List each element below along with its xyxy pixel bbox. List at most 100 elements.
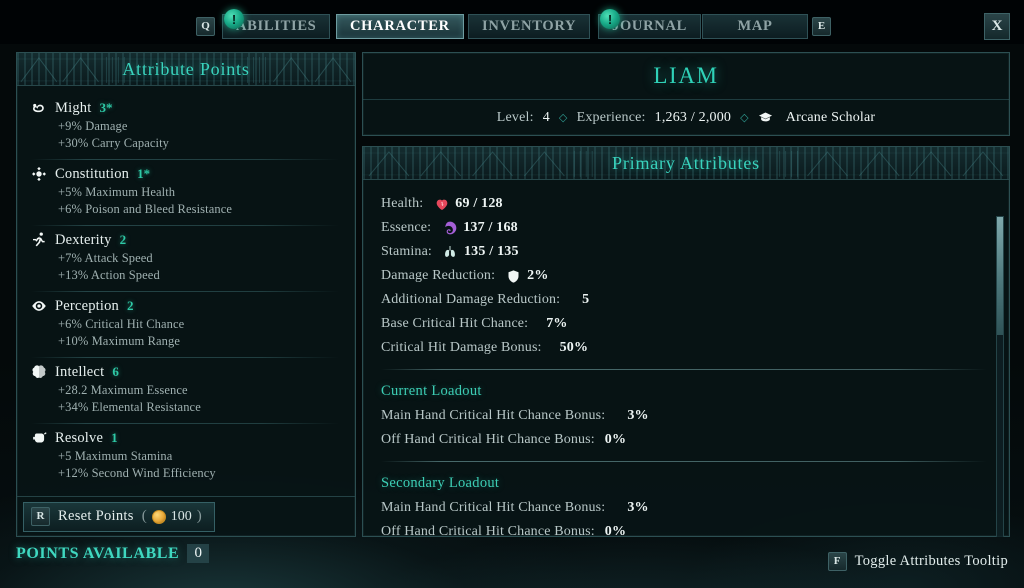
toggle-attributes-tooltip-label: Toggle Attributes Tooltip (854, 553, 1008, 569)
stat-label: Main Hand Critical Hit Chance Bonus: (381, 500, 606, 515)
scrollbar-thumb[interactable] (997, 217, 1003, 335)
attribute-value: 2 (127, 298, 134, 313)
reset-points-bar: R Reset Points ( 100 ) (17, 496, 355, 536)
fist-icon (29, 429, 48, 448)
top-tab-bar: Q ABILITIES ! CHARACTER INVENTORY JOURNA… (0, 0, 1024, 44)
reset-points-button[interactable]: R Reset Points ( 100 ) (23, 501, 215, 532)
stat-row-stamina: Stamina: 135 / 135 (381, 240, 1009, 264)
section-divider (381, 461, 987, 462)
stat-row-base-crit-chance: Base Critical Hit Chance: 7% (381, 312, 1009, 336)
reset-cost-value: 100 (170, 508, 192, 524)
stat-row-damage-reduction: Damage Reduction: 2% (381, 264, 1009, 288)
attribute-value: 1* (137, 166, 151, 181)
paren-close: ) (196, 508, 202, 524)
stat-label: Main Hand Critical Hit Chance Bonus: (381, 408, 606, 423)
points-available: POINTS AVAILABLE 0 (16, 544, 210, 563)
primary-attributes-panel: Primary Attributes Health: 69 / 128 Esse… (362, 146, 1010, 537)
attribute-points-panel: Attribute Points Might 3* +9% Damage +30… (16, 52, 356, 537)
muscle-icon (29, 99, 48, 118)
reset-points-cost: ( 100 ) (142, 508, 202, 525)
attribute-bonus-2: +6% Poison and Bleed Resistance (58, 202, 233, 216)
attribute-bonus-1: +5 Maximum Stamina (58, 449, 173, 463)
character-meta: Level: 4 ◇ Experience: 1,263 / 2,000 ◇ A… (363, 100, 1009, 135)
attribute-row-constitution[interactable]: Constitution 1* +5% Maximum Health +6% P… (17, 159, 355, 225)
attribute-row-resolve[interactable]: Resolve 1 +5 Maximum Stamina +12% Second… (17, 423, 355, 482)
runner-icon (29, 231, 48, 250)
attribute-bonus-2: +34% Elemental Resistance (58, 400, 201, 414)
eye-icon (29, 297, 48, 316)
stat-value: 3% (627, 500, 649, 515)
stat-row-crit-damage-bonus: Critical Hit Damage Bonus: 50% (381, 336, 1009, 360)
stat-label: Base Critical Hit Chance: (381, 316, 529, 331)
stat-row-health: Health: 69 / 128 (381, 192, 1009, 216)
level-value: 4 (542, 109, 550, 125)
paren-open: ( (141, 508, 147, 524)
scholar-hat-icon (758, 110, 773, 125)
primary-attributes-scrollbar[interactable] (996, 216, 1004, 537)
close-button[interactable]: X (984, 13, 1010, 40)
stat-row-additional-damage-reduction: Additional Damage Reduction: 5 (381, 288, 1009, 312)
essence-icon (441, 220, 458, 237)
stat-value: 135 / 135 (463, 244, 519, 259)
stat-label: Essence: (381, 220, 432, 235)
attribute-points-header: Attribute Points (17, 53, 355, 86)
attribute-points-title: Attribute Points (122, 58, 250, 79)
stat-value: 2% (527, 268, 549, 283)
attribute-value: 1 (111, 430, 118, 445)
heart-icon (433, 196, 450, 213)
lungs-icon (442, 244, 459, 261)
attribute-bonus-1: +5% Maximum Health (58, 185, 176, 199)
attribute-bonus-2: +12% Second Wind Efficiency (58, 466, 216, 480)
brain-icon (29, 363, 48, 382)
attribute-bonus-1: +6% Critical Hit Chance (58, 317, 185, 331)
abilities-alert-badge-icon: ! (224, 9, 244, 29)
stat-row-essence: Essence: 137 / 168 (381, 216, 1009, 240)
attribute-name: Resolve (55, 429, 104, 446)
character-header-panel: LIAM Level: 4 ◇ Experience: 1,263 / 2,00… (362, 52, 1010, 136)
tab-inventory[interactable]: INVENTORY (468, 14, 591, 39)
journal-alert-badge-icon: ! (600, 9, 620, 29)
experience-label: Experience: (576, 109, 646, 125)
class-name: Arcane Scholar (785, 109, 876, 125)
attribute-bonus-1: +28.2 Maximum Essence (58, 383, 188, 397)
separator-diamond-icon: ◇ (740, 112, 749, 124)
gold-coin-icon (151, 509, 166, 524)
primary-attributes-body: Health: 69 / 128 Essence: 137 / 168 Stam… (363, 180, 1009, 537)
level-label: Level: (496, 109, 534, 125)
attribute-row-perception[interactable]: Perception 2 +6% Critical Hit Chance +10… (17, 291, 355, 357)
experience-value: 1,263 / 2,000 (654, 109, 732, 125)
stat-row-current-off-hand-crit: Off Hand Critical Hit Chance Bonus: 0% (381, 428, 1009, 452)
attribute-value: 2 (119, 232, 127, 247)
stat-value: 0% (604, 524, 627, 537)
stat-label: Stamina: (381, 244, 432, 259)
current-loadout-title: Current Loadout (381, 383, 482, 399)
stat-row-current-main-hand-crit: Main Hand Critical Hit Chance Bonus: 3% (381, 404, 1009, 428)
stat-value: 137 / 168 (463, 220, 518, 235)
keycap-e: E (812, 17, 831, 36)
toggle-attributes-tooltip-hint[interactable]: F Toggle Attributes Tooltip (827, 552, 1008, 571)
stat-label: Damage Reduction: (381, 268, 496, 283)
points-available-label: POINTS AVAILABLE (16, 544, 180, 562)
section-divider (381, 369, 987, 370)
attribute-row-dexterity[interactable]: Dexterity 2 +7% Attack Speed +13% Action… (17, 225, 355, 291)
stat-value: 5 (582, 292, 590, 307)
tab-character[interactable]: CHARACTER (336, 14, 464, 39)
attribute-name: Constitution (55, 165, 130, 182)
attribute-value: 6 (112, 364, 119, 379)
attribute-row-might[interactable]: Might 3* +9% Damage +30% Carry Capacity (17, 93, 355, 159)
shield-icon (505, 268, 522, 285)
attribute-row-intellect[interactable]: Intellect 6 +28.2 Maximum Essence +34% E… (17, 357, 355, 423)
stat-label: Critical Hit Damage Bonus: (381, 340, 542, 355)
separator-diamond-icon: ◇ (558, 112, 568, 124)
attribute-name: Dexterity (55, 231, 112, 248)
attribute-bonus-2: +30% Carry Capacity (58, 136, 170, 150)
stat-row-secondary-main-hand-crit: Main Hand Critical Hit Chance Bonus: 3% (381, 496, 1009, 520)
stat-value: 0% (604, 432, 627, 447)
attribute-name: Intellect (55, 363, 105, 380)
stat-value: 50% (559, 340, 589, 355)
stat-label: Health: (381, 196, 424, 211)
attribute-name: Might (55, 99, 92, 116)
tab-map[interactable]: MAP (702, 14, 808, 39)
stat-row-secondary-off-hand-crit: Off Hand Critical Hit Chance Bonus: 0% (381, 520, 1009, 537)
primary-attributes-title: Primary Attributes (612, 152, 760, 173)
